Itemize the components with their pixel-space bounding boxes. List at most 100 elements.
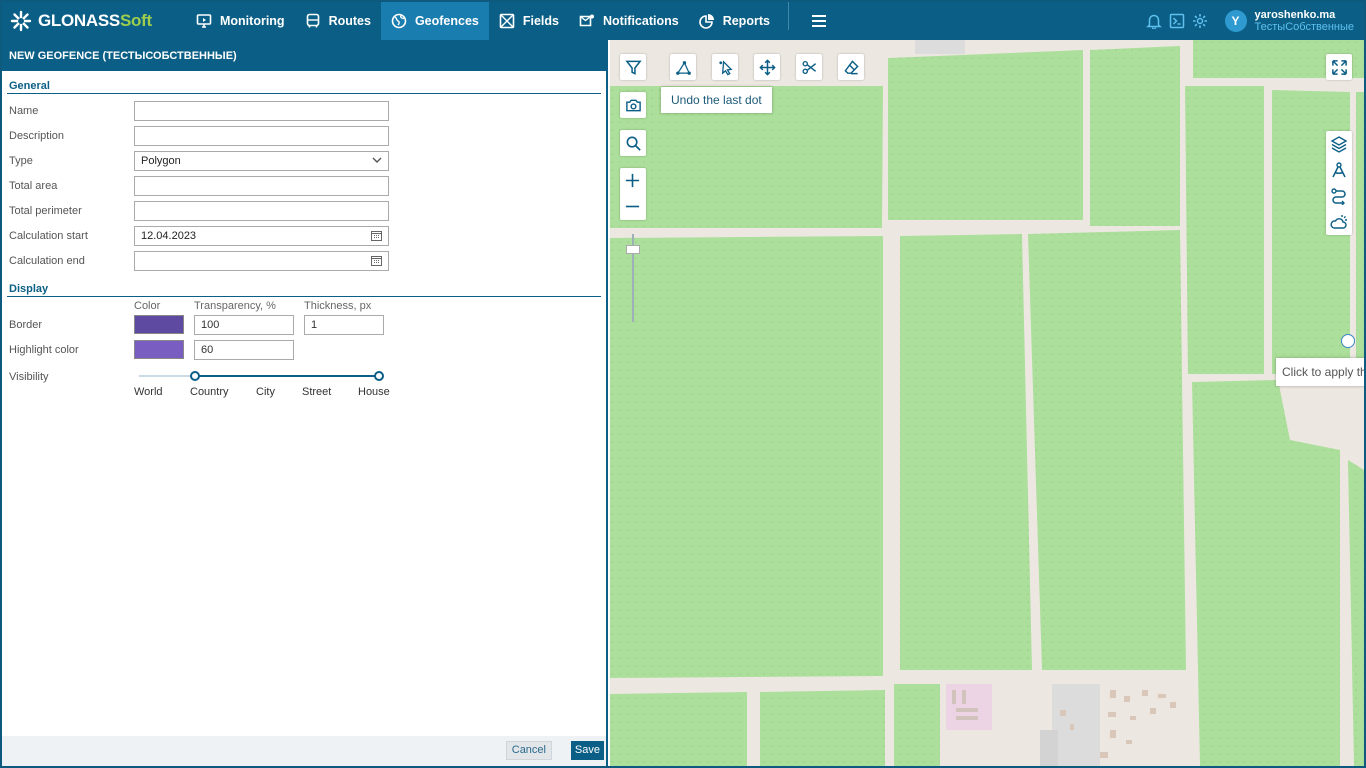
save-button[interactable]: Save	[570, 741, 604, 760]
fullscreen-button[interactable]	[1326, 54, 1352, 80]
eraser-icon	[843, 59, 859, 74]
panel-title: NEW GEOFENCE (ТЕСТЫСОБСТВЕННЫЕ)	[2, 40, 606, 71]
visibility-slider-track[interactable]	[139, 375, 379, 377]
zoom-out-icon[interactable]	[624, 198, 641, 215]
type-select[interactable]: Polygon	[134, 151, 389, 171]
map-tiles	[610, 40, 1364, 766]
field-icon	[499, 13, 515, 29]
description-input[interactable]	[134, 126, 389, 146]
transparency-column-header: Transparency, %	[194, 300, 276, 312]
map-layer-tools	[1326, 131, 1352, 235]
highlight-transparency-input[interactable]: 60	[194, 340, 294, 360]
scissors-icon	[802, 60, 816, 74]
draw-polygon-icon	[675, 60, 691, 75]
monitor-icon	[196, 14, 212, 28]
nav-reports[interactable]: Reports	[689, 2, 780, 40]
bus-icon	[306, 13, 319, 28]
row-type: Type Polygon	[2, 148, 606, 173]
highlight-color-swatch[interactable]	[134, 340, 184, 359]
total-perimeter-label: Total perimeter	[9, 205, 82, 217]
visibility-level-house: House	[358, 386, 390, 398]
camera-icon	[625, 99, 641, 111]
weather-icon[interactable]	[1330, 213, 1348, 231]
row-description: Description	[2, 123, 606, 148]
nav-routes-label: Routes	[328, 14, 371, 28]
draw-polygon-button[interactable]	[670, 54, 696, 80]
select-point-button[interactable]	[712, 54, 738, 80]
cut-button[interactable]	[796, 54, 822, 80]
gear-icon[interactable]	[1192, 13, 1208, 29]
row-calc-start: Calculation start 12.04.2023	[2, 223, 606, 248]
logo[interactable]: GLONASSSoft	[2, 10, 186, 32]
name-input[interactable]	[134, 101, 389, 121]
zoom-in-icon[interactable]	[624, 172, 641, 189]
search-icon	[626, 136, 641, 151]
row-highlight: Highlight color 60	[2, 337, 606, 362]
user-info[interactable]: yaroshenko.ma ТестыСобственные	[1255, 9, 1354, 33]
undo-tooltip: Undo the last dot	[661, 87, 772, 113]
polygon-vertex[interactable]	[1341, 334, 1355, 348]
layers-icon[interactable]	[1330, 135, 1348, 153]
nav-notifications-label: Notifications	[603, 14, 679, 28]
screenshot-button[interactable]	[620, 92, 646, 118]
pie-chart-icon	[698, 14, 714, 29]
row-total-area: Total area	[2, 173, 606, 198]
erase-button[interactable]	[838, 54, 864, 80]
move-button[interactable]	[754, 54, 780, 80]
nav-monitoring[interactable]: Monitoring	[186, 2, 295, 40]
calc-end-input[interactable]	[134, 251, 389, 271]
nav-routes[interactable]: Routes	[295, 2, 381, 40]
geofence-form-panel: NEW GEOFENCE (ТЕСТЫСОБСТВЕННЫЕ) General …	[2, 40, 608, 766]
row-name: Name	[2, 98, 606, 123]
bell-icon[interactable]	[1145, 13, 1162, 29]
visibility-slider-handle-from[interactable]	[190, 371, 200, 381]
nav-fields-label: Fields	[522, 14, 559, 28]
visibility-level-world: World	[134, 386, 163, 398]
cancel-button[interactable]: Cancel	[505, 741, 552, 760]
name-label: Name	[9, 105, 39, 117]
zoom-controls	[620, 168, 646, 220]
calc-start-value: 12.04.2023	[141, 230, 197, 242]
nav-fields[interactable]: Fields	[489, 2, 569, 40]
nav-reports-label: Reports	[722, 14, 770, 28]
thickness-column-header: Thickness, px	[304, 300, 372, 312]
apply-tooltip: Click to apply th	[1276, 358, 1364, 386]
total-area-label: Total area	[9, 180, 58, 192]
logo-icon	[10, 10, 32, 32]
panel-footer: Cancel Save	[2, 736, 606, 766]
route-icon[interactable]	[1330, 187, 1348, 205]
visibility-slider-handle-to[interactable]	[374, 371, 384, 381]
brand-accent: Soft	[119, 11, 152, 30]
section-display: Display	[7, 278, 601, 297]
description-label: Description	[9, 130, 65, 142]
type-select-value: Polygon	[141, 155, 181, 167]
border-color-swatch[interactable]	[134, 315, 184, 334]
display-column-headers: Color Transparency, % Thickness, px	[2, 297, 606, 312]
highlight-label: Highlight color	[9, 344, 79, 356]
calc-end-label: Calculation end	[9, 255, 85, 267]
section-general: General	[7, 75, 601, 94]
filter-button[interactable]	[620, 54, 646, 80]
map-canvas[interactable]: Undo the last dot Click to apply th	[610, 40, 1364, 766]
top-right-area: Y yaroshenko.ma ТестыСобственные	[1145, 2, 1364, 40]
calc-start-label: Calculation start	[9, 230, 88, 242]
calendar-icon[interactable]	[371, 230, 382, 241]
map-search-button[interactable]	[620, 130, 646, 156]
type-label: Type	[9, 155, 33, 167]
terminal-icon[interactable]	[1169, 13, 1185, 29]
total-perimeter-input[interactable]	[134, 201, 389, 221]
visibility-label: Visibility	[9, 371, 49, 383]
move-icon	[758, 58, 776, 76]
chevron-down-icon	[372, 157, 382, 163]
calendar-icon[interactable]	[371, 255, 382, 266]
nav-notifications[interactable]: Notifications	[569, 2, 689, 40]
nav-geofences[interactable]: Geofences	[380, 2, 489, 40]
compass-icon[interactable]	[1330, 161, 1348, 179]
border-thickness-input[interactable]: 1	[304, 315, 384, 335]
border-transparency-input[interactable]: 100	[194, 315, 294, 335]
zoom-slider-handle[interactable]	[626, 245, 640, 254]
avatar[interactable]: Y	[1224, 10, 1247, 32]
hamburger-menu-button[interactable]	[799, 2, 839, 40]
total-area-input[interactable]	[134, 176, 389, 196]
calc-start-input[interactable]: 12.04.2023	[134, 226, 389, 246]
